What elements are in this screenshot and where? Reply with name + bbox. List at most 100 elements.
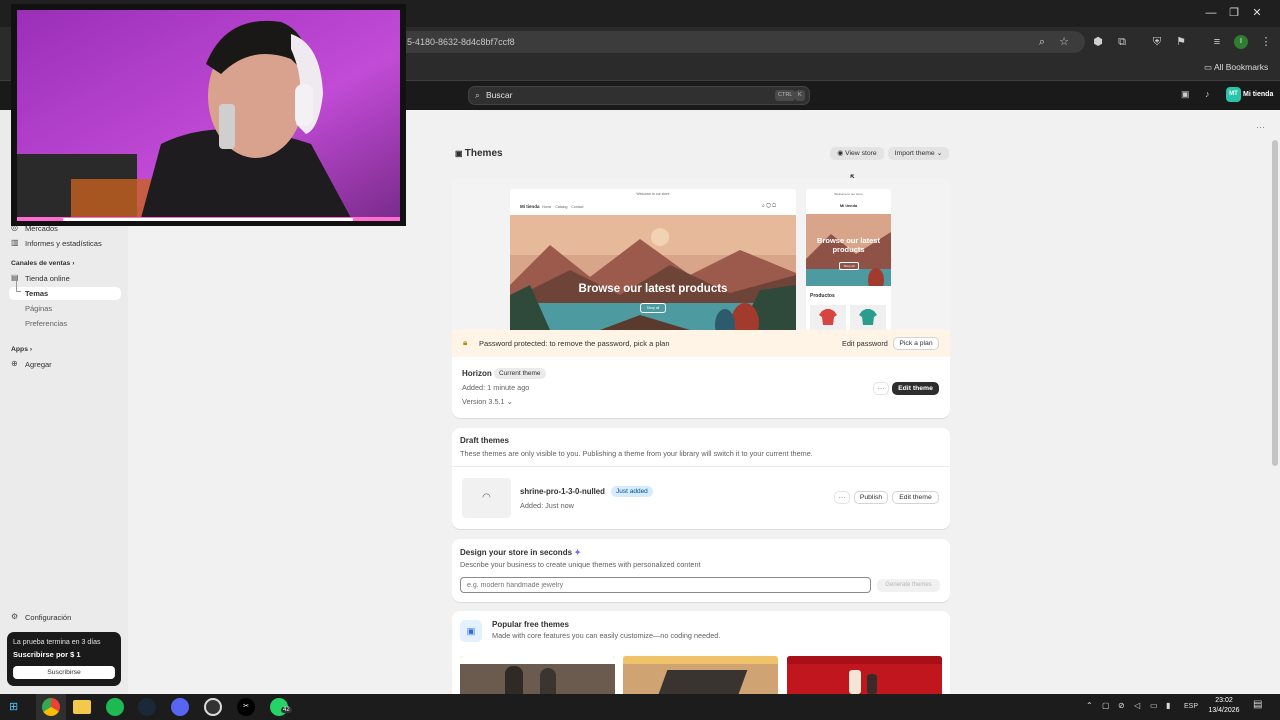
inbox-icon[interactable]: ▣ <box>1181 89 1190 100</box>
view-store-label: View store <box>845 150 877 157</box>
trial-price-text: Suscribirse por $ 1 <box>13 650 81 659</box>
generate-themes-button[interactable]: Generate themes <box>877 579 940 592</box>
page-title: ▣ Themes <box>455 148 503 159</box>
publish-button[interactable]: Publish <box>854 491 888 504</box>
spotify-icon[interactable] <box>106 698 124 716</box>
tray-network-icon[interactable]: ▭ <box>1150 701 1158 710</box>
taskbar-clock[interactable]: 23:02 13/4/2026 <box>1205 696 1243 716</box>
preview-nav-contact: Contact <box>571 205 584 209</box>
draft-edit-theme-button[interactable]: Edit theme <box>892 491 939 504</box>
version-text: Version 3.5.1 <box>462 397 505 406</box>
popular-subtitle: Made with core features you can easily c… <box>492 631 721 640</box>
search-input[interactable]: ⌕ Buscar CTRL K <box>468 86 810 105</box>
address-bar[interactable]: 5-4180-8632-8d4c8bf7ccf8 <box>395 31 1085 53</box>
design-title: Design your store in seconds ✦ <box>460 548 581 557</box>
sidebar-item-preferencias[interactable]: Preferencias <box>25 319 67 328</box>
url-text: 5-4180-8632-8d4c8bf7ccf8 <box>407 37 515 47</box>
design-store-card: Design your store in seconds ✦ Describe … <box>452 539 950 602</box>
current-theme-more-button[interactable]: ··· <box>873 382 889 395</box>
draft-theme-name: shrine-pro-1-3-0-nulled <box>520 487 605 496</box>
sidebar-item-temas[interactable]: Temas <box>25 289 48 298</box>
chart-icon: ▥ <box>11 238 19 247</box>
kbd-ctrl: CTRL <box>775 90 796 101</box>
popular-themes-card: ▣ Popular free themes Made with core fea… <box>452 611 950 694</box>
thumb-header <box>787 656 942 664</box>
popular-theme-thumb-2[interactable] <box>623 656 778 694</box>
translate-icon[interactable]: ⚑ <box>1172 33 1190 51</box>
import-theme-button[interactable]: Import theme ⌄ <box>888 147 949 160</box>
all-bookmarks-label: All Bookmarks <box>1213 62 1269 72</box>
tray-mic-off-icon[interactable]: ⊘ <box>1118 701 1125 710</box>
sales-channels-label: Canales de ventas <box>11 260 71 267</box>
draft-more-button[interactable]: ··· <box>834 491 850 504</box>
bell-icon[interactable]: ♪ <box>1205 89 1210 99</box>
star-icon[interactable]: ☆ <box>1055 33 1073 51</box>
discord-icon[interactable] <box>171 698 189 716</box>
edit-password-link[interactable]: Edit password <box>842 339 888 348</box>
profile-avatar[interactable]: I <box>1234 35 1248 49</box>
tray-mic-icon[interactable]: ▮ <box>1166 701 1170 710</box>
notification-center-icon[interactable]: ▤ <box>1253 699 1262 710</box>
extension-shield-icon[interactable]: ⬢ <box>1089 33 1107 51</box>
mobile-announcement: Welcome to our store <box>834 192 863 196</box>
popular-theme-thumb-3[interactable] <box>787 656 942 694</box>
view-store-button[interactable]: ◉ View store <box>830 147 884 160</box>
close-window-icon[interactable]: ✕ <box>1234 0 1280 27</box>
sidebar-item-paginas[interactable]: Páginas <box>25 304 52 313</box>
more-horizontal-icon[interactable]: ··· <box>1256 122 1265 132</box>
capcut-icon[interactable]: ✂ <box>237 698 255 716</box>
thumb-figure <box>505 666 523 694</box>
menu-kebab-icon[interactable]: ⋮ <box>1257 33 1275 51</box>
steam-icon[interactable] <box>138 698 156 716</box>
mobile-preview[interactable]: Welcome to our store Mi tienda Browse ou… <box>806 189 891 330</box>
sales-channels-heading[interactable]: Canales de ventas › <box>11 260 74 267</box>
all-bookmarks[interactable]: ▭ All Bookmarks <box>1204 62 1268 73</box>
tray-volume-icon[interactable]: ◁ <box>1134 701 1140 710</box>
draft-theme-added: Added: Just now <box>520 501 574 510</box>
sparkle-icon: ✦ <box>572 548 581 557</box>
webcam-overlay <box>11 4 406 226</box>
preview-cta: Shop all <box>640 303 666 313</box>
apps-heading[interactable]: Apps › <box>11 346 32 353</box>
vpn-icon[interactable]: ⛨ <box>1148 33 1166 51</box>
chrome-icon[interactable] <box>42 698 60 716</box>
subscribe-button[interactable]: Suscribirse <box>13 666 115 679</box>
sidebar-item-tienda-online[interactable]: Tienda online <box>25 274 70 283</box>
tray-device-icon[interactable]: ▢ <box>1102 701 1110 710</box>
store-avatar[interactable]: MT <box>1226 87 1241 102</box>
chevron-down-icon: ⌄ <box>504 397 513 406</box>
obs-icon[interactable] <box>204 698 222 716</box>
zoom-icon[interactable]: ⌕ <box>1033 33 1051 51</box>
just-added-badge: Just added <box>611 486 653 497</box>
search-icon: ⌕ <box>475 90 480 100</box>
tray-chevron-up-icon[interactable]: ⌃ <box>1086 701 1093 710</box>
store-name[interactable]: Mi tienda <box>1243 91 1273 98</box>
extensions-icon[interactable]: ⧉ <box>1113 33 1131 51</box>
file-explorer-icon[interactable] <box>73 700 91 714</box>
divider <box>452 466 950 467</box>
sidebar-item-configuracion[interactable]: Configuración <box>25 613 71 622</box>
page-title-text: Themes <box>464 148 503 159</box>
trial-card: La prueba termina en 3 días Suscribirse … <box>7 632 121 686</box>
mobile-hero-title: Browse our latest products <box>817 236 880 254</box>
language-indicator[interactable]: ESP <box>1184 703 1198 710</box>
scrollbar[interactable] <box>1272 140 1278 466</box>
mobile-logo: Mi tienda <box>839 203 858 208</box>
product-tile-teal <box>850 305 886 330</box>
password-banner-text: Password protected: to remove the passwo… <box>479 339 670 348</box>
sidebar-item-agregar[interactable]: Agregar <box>25 360 52 369</box>
thumb-can <box>849 670 861 694</box>
current-theme-name: Horizon <box>462 369 492 378</box>
theme-icon: ▣ <box>455 149 465 158</box>
import-theme-label: Import theme <box>894 150 935 157</box>
edit-theme-button[interactable]: Edit theme <box>892 382 939 395</box>
folder-icon: ▭ <box>1204 62 1214 72</box>
windows-start-icon[interactable]: ⊞ <box>9 701 21 713</box>
sidebar-item-informes[interactable]: Informes y estadísticas <box>25 239 102 248</box>
media-icon[interactable]: ≡ <box>1208 33 1226 51</box>
version-selector[interactable]: Version 3.5.1 ⌄ <box>462 397 513 406</box>
desktop-preview[interactable]: Welcome to our store Mi tienda Home Cata… <box>510 189 796 330</box>
store-description-input[interactable] <box>460 577 871 593</box>
popular-theme-thumb-1[interactable] <box>460 656 615 694</box>
pick-plan-button[interactable]: Pick a plan <box>893 337 939 350</box>
